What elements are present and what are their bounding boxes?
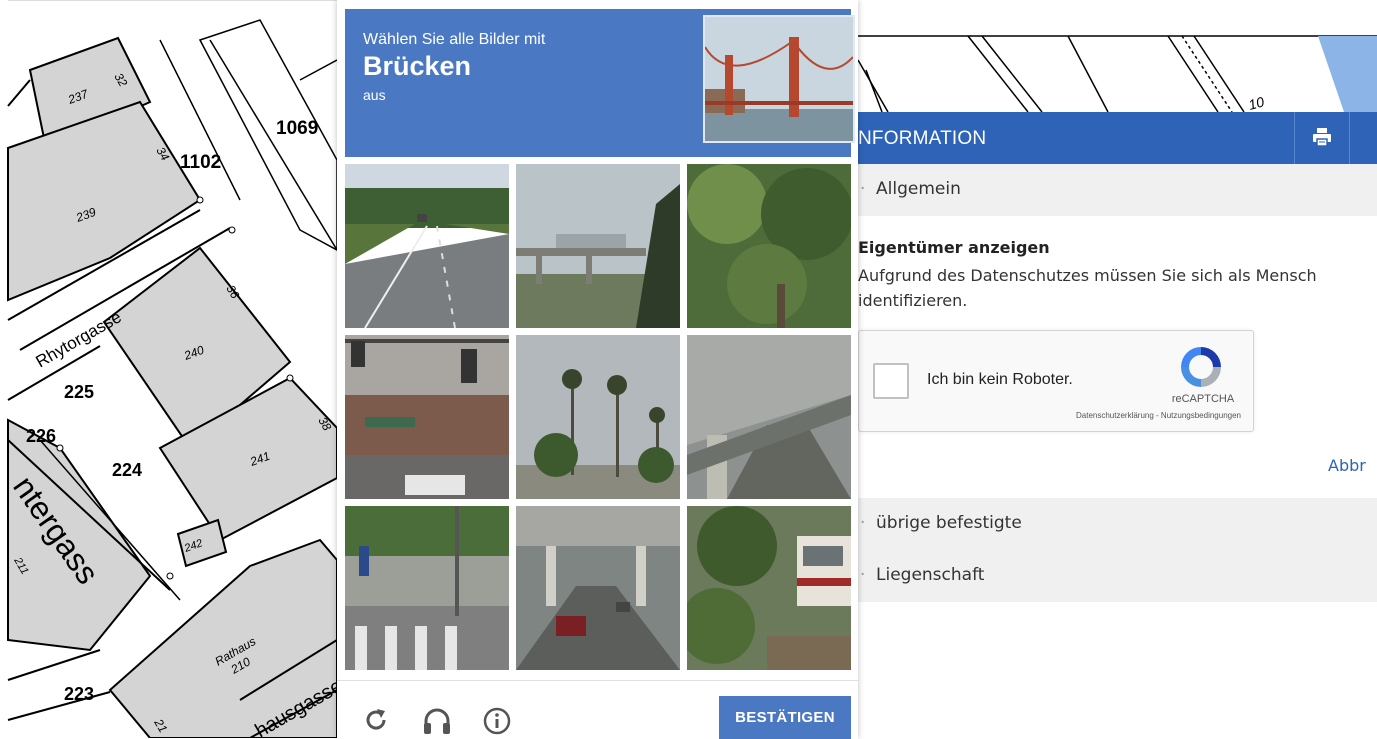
cancel-link[interactable]: Abbr — [1328, 456, 1366, 475]
section-liegenschaft[interactable]: · Liegenschaft — [858, 550, 1377, 602]
parcel-number-225: 225 — [64, 382, 94, 402]
info-panel-title: NFORMATION — [858, 128, 987, 149]
tile-image-under-overpass — [687, 335, 851, 499]
captcha-instruction-end: aus — [363, 87, 386, 103]
map-strip[interactable]: 10 — [858, 0, 1377, 112]
captcha-tile-7[interactable] — [345, 506, 509, 670]
captcha-tile-6[interactable] — [687, 335, 851, 499]
print-button[interactable] — [1294, 112, 1350, 164]
map-drawing: 1069 1102 237 32 239 34 36 240 225 226 2… — [6, 0, 337, 738]
map-line — [1167, 35, 1219, 112]
reload-icon[interactable] — [363, 707, 389, 733]
recaptcha-label: Ich bin kein Roboter. — [927, 371, 1073, 388]
confirm-button[interactable]: BESTÄTIGEN — [719, 696, 851, 739]
map-strip-drawing: 10 — [858, 35, 1377, 112]
parcel-number-226: 226 — [26, 426, 56, 446]
section-bullet-icon: · — [860, 513, 866, 533]
golden-gate-bridge-image — [705, 17, 853, 141]
tile-image-palm-trees — [516, 335, 680, 499]
parcel-number-224: 224 — [112, 460, 142, 480]
tile-image-trees-and-bus — [687, 506, 851, 670]
tile-image-street-crosswalk — [345, 506, 509, 670]
map-point — [166, 572, 174, 580]
captcha-challenge: Wählen Sie alle Bilder mit Brücken aus B… — [337, 0, 858, 739]
captcha-tile-9[interactable] — [687, 506, 851, 670]
map-line — [7, 691, 111, 721]
parcel-number-223: 223 — [64, 684, 94, 704]
water-area — [1318, 36, 1377, 112]
recaptcha-logo-icon — [1181, 347, 1221, 387]
map-line — [7, 649, 101, 681]
tile-image-trees — [687, 164, 851, 328]
tile-image-road-under-overpass — [516, 506, 680, 670]
owner-title: Eigentümer anzeigen — [858, 238, 1050, 257]
info-panel: NFORMATION · Allgemein Eigentümer anzeig… — [858, 112, 1377, 738]
captcha-tile-1[interactable] — [345, 164, 509, 328]
section-label: Liegenschaft — [876, 565, 985, 585]
map-line — [1181, 35, 1233, 112]
cadastral-map[interactable]: 1069 1102 237 32 239 34 36 240 225 226 2… — [0, 0, 337, 738]
headphones-icon[interactable] — [423, 707, 451, 735]
map-line — [299, 59, 337, 81]
parcel-number-1069: 1069 — [276, 118, 318, 139]
captcha-footer: BESTÄTIGEN — [337, 680, 858, 739]
map-line — [858, 59, 889, 112]
captcha-header: Wählen Sie alle Bilder mit Brücken aus — [345, 9, 855, 157]
captcha-tile-2[interactable] — [516, 164, 680, 328]
captcha-sample-image — [703, 15, 855, 143]
captcha-tile-5[interactable] — [516, 335, 680, 499]
map-strip-label: 10 — [1247, 93, 1266, 112]
captcha-tile-3[interactable] — [687, 164, 851, 328]
recaptcha-widget: Ich bin kein Roboter. reCAPTCHA Datensch… — [858, 330, 1254, 432]
captcha-instruction: Wählen Sie alle Bilder mit — [363, 31, 546, 48]
parcel-number-1102: 1102 — [180, 152, 221, 173]
map-line — [7, 79, 31, 107]
section-bullet-icon: · — [860, 565, 866, 585]
map-line — [1193, 35, 1245, 112]
section-befestigte[interactable]: · übrige befestigte — [858, 498, 1377, 550]
captcha-tile-4[interactable] — [345, 335, 509, 499]
map-point — [228, 226, 236, 234]
map-line — [981, 35, 1043, 112]
tile-image-elevated-train — [516, 164, 680, 328]
map-point — [286, 374, 294, 382]
map-line — [967, 35, 1029, 112]
captcha-target: Brücken — [363, 51, 472, 81]
owner-text: Aufgrund des Datenschutzes müssen Sie si… — [858, 266, 1317, 310]
info-icon[interactable] — [483, 707, 511, 735]
map-point — [56, 444, 64, 452]
tile-image-traffic-light — [345, 335, 509, 499]
info-panel-header: NFORMATION — [858, 112, 1377, 164]
map-point — [196, 196, 204, 204]
section-allgemein[interactable]: · Allgemein — [858, 164, 1377, 216]
map-line — [1067, 35, 1109, 112]
recaptcha-links[interactable]: Datenschutzerklärung - Nutzungsbedingung… — [1019, 411, 1241, 420]
captcha-tile-8[interactable] — [516, 506, 680, 670]
map-line — [865, 69, 883, 112]
print-icon — [1313, 128, 1331, 147]
recaptcha-brand: reCAPTCHA — [1171, 393, 1235, 405]
section-bullet-icon: · — [860, 179, 866, 199]
captcha-grid — [345, 164, 851, 671]
recaptcha-checkbox[interactable] — [873, 363, 909, 399]
tile-image-highway — [345, 164, 509, 328]
section-label: übrige befestigte — [876, 513, 1022, 533]
section-label: Allgemein — [876, 179, 961, 199]
header-extra-glyph[interactable] — [1353, 126, 1358, 147]
